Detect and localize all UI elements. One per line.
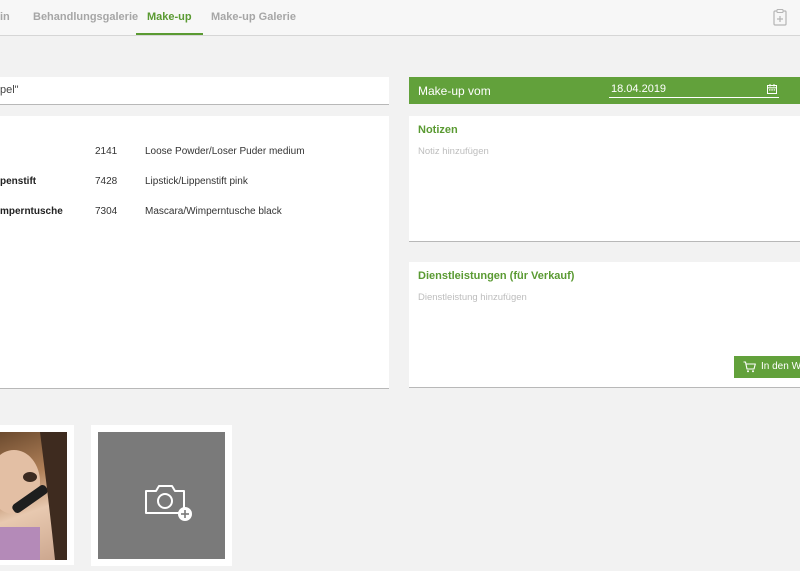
date-value: 18.04.2019 — [611, 83, 667, 95]
top-navigation: in Behandlungsgalerie Make-up Make-up Ga… — [0, 0, 800, 36]
makeup-photo-image — [0, 432, 67, 560]
tab-behandlungsgalerie[interactable]: Behandlungsgalerie — [33, 0, 138, 35]
photo-thumbnail[interactable] — [0, 425, 74, 565]
shopping-cart-icon — [743, 361, 756, 373]
product-name: penstift — [0, 176, 37, 187]
date-field[interactable]: 18.04.2019 — [609, 83, 779, 98]
product-number: 2141 — [95, 146, 118, 157]
notes-input[interactable]: Notiz hinzufügen — [418, 146, 489, 157]
product-row[interactable]: 2141 Loose Powder/Loser Puder medium — [0, 146, 389, 162]
tab-partial[interactable]: in — [0, 0, 10, 35]
calendar-icon[interactable] — [767, 84, 777, 94]
add-photo-tile[interactable] — [91, 425, 232, 566]
product-name: mperntusche — [0, 206, 63, 217]
product-row[interactable]: mperntusche 7304 Mascara/Wimperntusche b… — [0, 206, 389, 222]
product-description: Lipstick/Lippenstift pink — [145, 176, 248, 187]
services-title: Dienstleistungen (für Verkauf) — [418, 270, 575, 282]
notes-title: Notizen — [418, 124, 458, 136]
add-photo-area[interactable] — [98, 432, 225, 559]
product-description: Loose Powder/Loser Puder medium — [145, 146, 305, 157]
search-value: pel" — [0, 84, 19, 96]
camera-add-icon — [145, 485, 192, 521]
makeup-date-header: Make-up vom 18.04.2019 — [409, 77, 800, 104]
product-number: 7304 — [95, 206, 118, 217]
product-list-panel: 2141 Loose Powder/Loser Puder medium pen… — [0, 116, 389, 389]
add-to-cart-button[interactable]: In den W — [734, 356, 800, 378]
add-to-cart-label: In den W — [761, 361, 800, 372]
tab-make-up-galerie[interactable]: Make-up Galerie — [211, 0, 296, 35]
services-panel: Dienstleistungen (für Verkauf) Dienstlei… — [409, 262, 800, 388]
makeup-date-label: Make-up vom — [418, 84, 491, 98]
search-field[interactable]: pel" — [0, 77, 389, 105]
product-description: Mascara/Wimperntusche black — [145, 206, 282, 217]
clipboard-plus-icon[interactable] — [773, 9, 787, 26]
services-input[interactable]: Dienstleistung hinzufügen — [418, 292, 527, 303]
notes-panel: Notizen Notiz hinzufügen — [409, 116, 800, 242]
makeup-photo — [0, 432, 67, 560]
product-number: 7428 — [95, 176, 118, 187]
tab-make-up[interactable]: Make-up — [136, 0, 203, 35]
product-row[interactable]: penstift 7428 Lipstick/Lippenstift pink — [0, 176, 389, 192]
